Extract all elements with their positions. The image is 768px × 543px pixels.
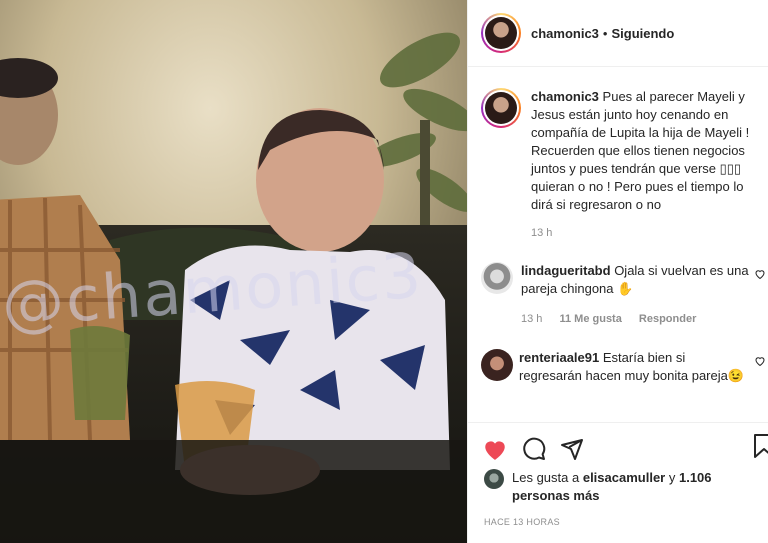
likes-prefix: Les gusta a (512, 470, 580, 485)
liker-avatar[interactable] (484, 469, 504, 489)
post-side-panel: chamonic3 • Siguiendo chamonic3 Pues al … (467, 0, 768, 543)
action-icons (468, 423, 768, 467)
comment-meta: 13 h 11 Me gusta Responder (521, 310, 749, 328)
caption-meta: 13 h (531, 224, 768, 242)
comment-item: renteriaale91 Estaría bien si regresarán… (481, 349, 768, 385)
likes-conjunction: y (668, 470, 676, 485)
comment-time[interactable]: 13 h (521, 313, 542, 325)
post-actions: Les gusta a elisacamuller y 1.106 person… (468, 422, 768, 543)
post-header: chamonic3 • Siguiendo (468, 0, 768, 67)
commenter-avatar[interactable] (481, 349, 513, 381)
comment-likes-count[interactable]: 11 Me gusta (559, 313, 621, 325)
author-avatar[interactable] (481, 13, 521, 53)
bookmark-icon[interactable] (753, 433, 768, 462)
header-separator: • (602, 25, 608, 41)
following-button[interactable]: Siguiendo (611, 26, 674, 41)
share-icon[interactable] (560, 437, 584, 464)
comment-icon[interactable] (522, 437, 546, 464)
liker-username[interactable]: elisacamuller (583, 470, 665, 485)
reply-button[interactable]: Responder (639, 313, 696, 325)
like-comment-heart-icon[interactable] (754, 355, 766, 370)
post-caption: chamonic3 Pues al parecer Mayeli y Jesus… (481, 67, 768, 242)
heart-filled-icon[interactable] (482, 437, 508, 464)
instagram-post: @chamonic3 chamonic3 • Siguiendo chamoni… (0, 0, 768, 543)
caption-username[interactable]: chamonic3 (531, 89, 599, 104)
comment-username[interactable]: renteriaale91 (519, 350, 599, 365)
caption-time[interactable]: 13 h (531, 227, 552, 239)
post-timestamp[interactable]: HACE 13 HORAS (468, 505, 768, 527)
post-video[interactable]: @chamonic3 (0, 0, 467, 543)
comment-item: lindagueritabd Ojala si vuelvan es una p… (481, 262, 768, 328)
caption-text: Pues al parecer Mayeli y Jesus están jun… (531, 89, 750, 212)
caption-avatar[interactable] (481, 88, 521, 128)
like-comment-heart-icon[interactable] (754, 268, 766, 283)
author-username[interactable]: chamonic3 (531, 26, 599, 41)
commenter-avatar[interactable] (481, 262, 513, 294)
comment-username[interactable]: lindagueritabd (521, 263, 611, 278)
comments-list: chamonic3 Pues al parecer Mayeli y Jesus… (468, 67, 768, 385)
likes-summary: Les gusta a elisacamuller y 1.106 person… (468, 467, 768, 505)
